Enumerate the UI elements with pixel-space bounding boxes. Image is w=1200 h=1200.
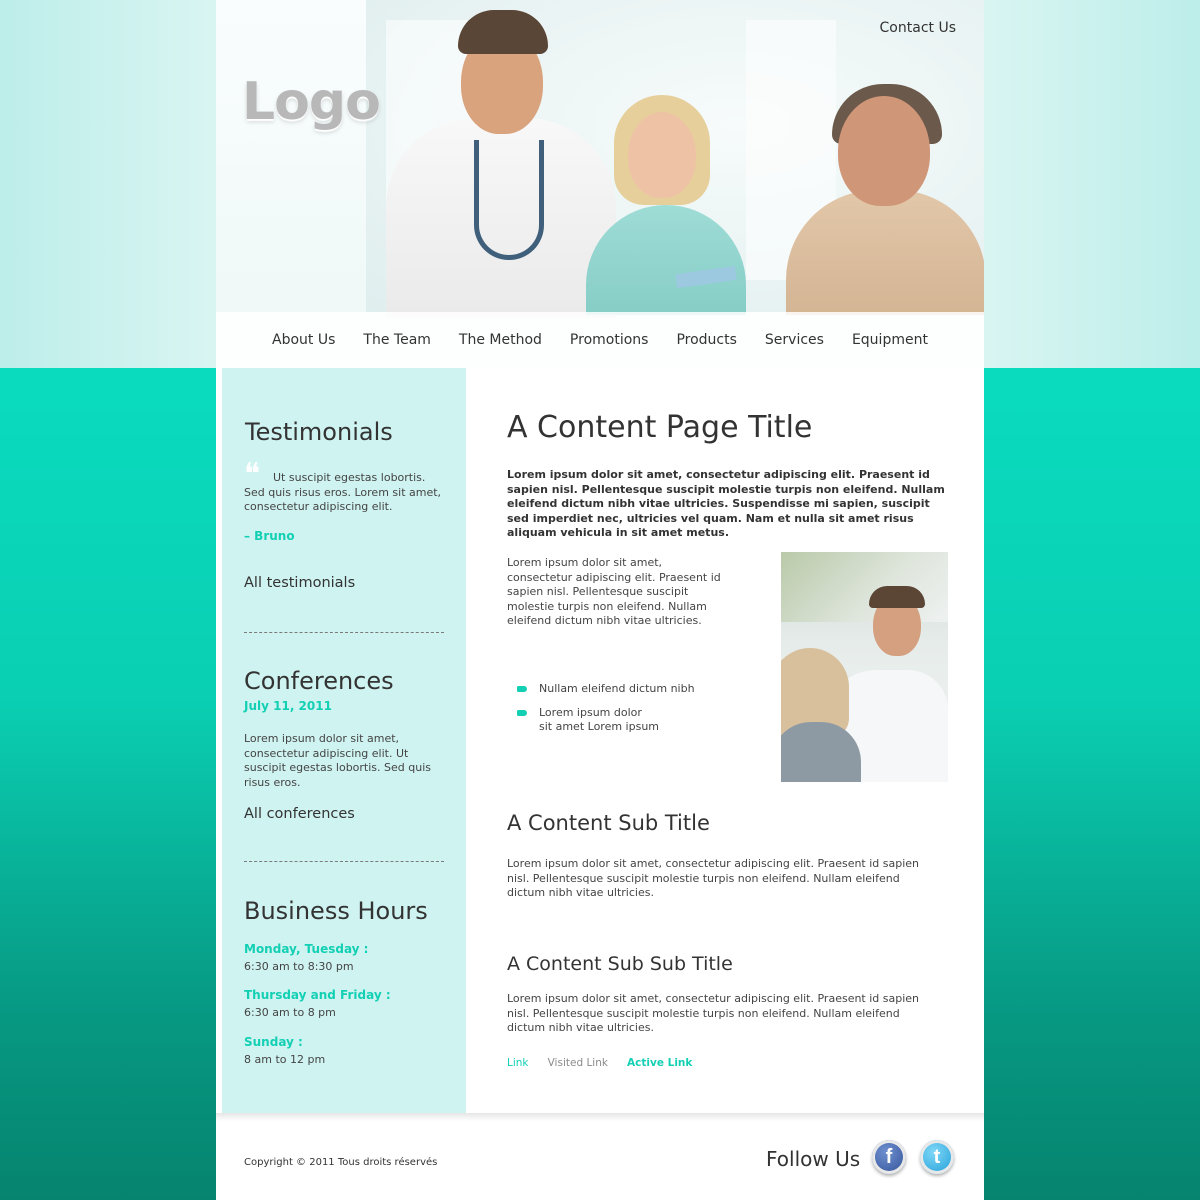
nav-item-the-method[interactable]: The Method bbox=[459, 332, 542, 348]
hours-days: Thursday and Friday : bbox=[244, 988, 391, 1002]
contact-us-link[interactable]: Contact Us bbox=[880, 20, 956, 36]
sidebar-divider bbox=[244, 632, 444, 633]
link-samples: Link Visited Link Active Link bbox=[507, 1051, 706, 1070]
sample-visited-link[interactable]: Visited Link bbox=[548, 1057, 608, 1069]
conference-date: July 11, 2011 bbox=[244, 699, 332, 713]
photo-doctor-hair bbox=[869, 586, 925, 608]
twitter-icon[interactable]: t bbox=[920, 1140, 954, 1174]
sub-sub-paragraph: Lorem ipsum dolor sit amet, consectetur … bbox=[507, 992, 920, 1034]
hours-days: Sunday : bbox=[244, 1035, 303, 1049]
nav-item-equipment[interactable]: Equipment bbox=[852, 332, 928, 348]
sidebar: Testimonials ❝ Ut suscipit egestas lobor… bbox=[222, 368, 466, 1113]
nav-item-about-us[interactable]: About Us bbox=[272, 332, 335, 348]
sample-active-link[interactable]: Active Link bbox=[627, 1057, 692, 1069]
sub-paragraph: Lorem ipsum dolor sit amet, consectetur … bbox=[507, 857, 920, 899]
intro-paragraph: Lorem ipsum dolor sit amet, consectetur … bbox=[507, 556, 721, 627]
content-sub-title: A Content Sub Title bbox=[507, 811, 710, 835]
conferences-title: Conferences bbox=[244, 667, 394, 695]
patient-head bbox=[838, 96, 930, 206]
hours-days: Monday, Tuesday : bbox=[244, 942, 369, 956]
hours-time: 8 am to 12 pm bbox=[244, 1053, 326, 1066]
header: Logo Contact Us About Us The Team The Me… bbox=[216, 0, 984, 368]
hero-image bbox=[366, 0, 984, 318]
doctor-hair bbox=[458, 10, 548, 54]
photo-window-trees bbox=[781, 552, 948, 622]
testimonial-author: – Bruno bbox=[244, 529, 295, 543]
content-photo bbox=[781, 552, 948, 782]
logo[interactable]: Logo bbox=[242, 72, 381, 132]
nurse-head bbox=[628, 112, 696, 198]
nav-item-promotions[interactable]: Promotions bbox=[570, 332, 649, 348]
sidebar-divider bbox=[244, 861, 444, 862]
list-item: Nullam eleifend dictum nibh bbox=[517, 682, 737, 697]
bullet-icon bbox=[517, 709, 527, 716]
page-title: A Content Page Title bbox=[507, 410, 813, 445]
bullet-text: Nullam eleifend dictum nibh bbox=[539, 682, 695, 695]
testimonial-quote: Ut suscipit egestas lobortis. Sed quis r… bbox=[244, 471, 442, 513]
copyright-text: Copyright © 2011 Tous droits réservés bbox=[244, 1157, 438, 1168]
sample-link[interactable]: Link bbox=[507, 1057, 529, 1069]
twitter-glyph: t bbox=[933, 1145, 941, 1168]
hours-time: 6:30 am to 8 pm bbox=[244, 1006, 336, 1019]
nav-item-services[interactable]: Services bbox=[765, 332, 824, 348]
testimonials-title: Testimonials bbox=[245, 418, 393, 446]
page-container: Logo Contact Us About Us The Team The Me… bbox=[216, 0, 984, 1200]
conference-text: Lorem ipsum dolor sit amet, consectetur … bbox=[244, 732, 431, 789]
content-sub-sub-title: A Content Sub Sub Title bbox=[507, 953, 733, 975]
business-hours-title: Business Hours bbox=[244, 897, 428, 925]
bullet-list: Nullam eleifend dictum nibh Lorem ipsum … bbox=[517, 682, 737, 735]
all-conferences-link[interactable]: All conferences bbox=[244, 806, 355, 822]
facebook-icon[interactable]: f bbox=[872, 1140, 906, 1174]
facebook-glyph: f bbox=[885, 1145, 893, 1168]
bullet-icon bbox=[517, 686, 527, 692]
lead-paragraph: Lorem ipsum dolor sit amet, consectetur … bbox=[507, 468, 945, 539]
main-nav: About Us The Team The Method Promotions … bbox=[216, 312, 984, 368]
list-item: Lorem ipsum dolor sit amet Lorem ipsum bbox=[517, 706, 737, 735]
hours-time: 6:30 am to 8:30 pm bbox=[244, 960, 354, 973]
nav-item-the-team[interactable]: The Team bbox=[363, 332, 431, 348]
stethoscope bbox=[474, 140, 544, 260]
all-testimonials-link[interactable]: All testimonials bbox=[244, 575, 355, 591]
footer-divider bbox=[216, 1113, 984, 1121]
follow-us-label: Follow Us bbox=[766, 1147, 861, 1171]
bullet-text: Lorem ipsum dolor sit amet Lorem ipsum bbox=[539, 705, 660, 734]
nav-item-products[interactable]: Products bbox=[676, 332, 736, 348]
